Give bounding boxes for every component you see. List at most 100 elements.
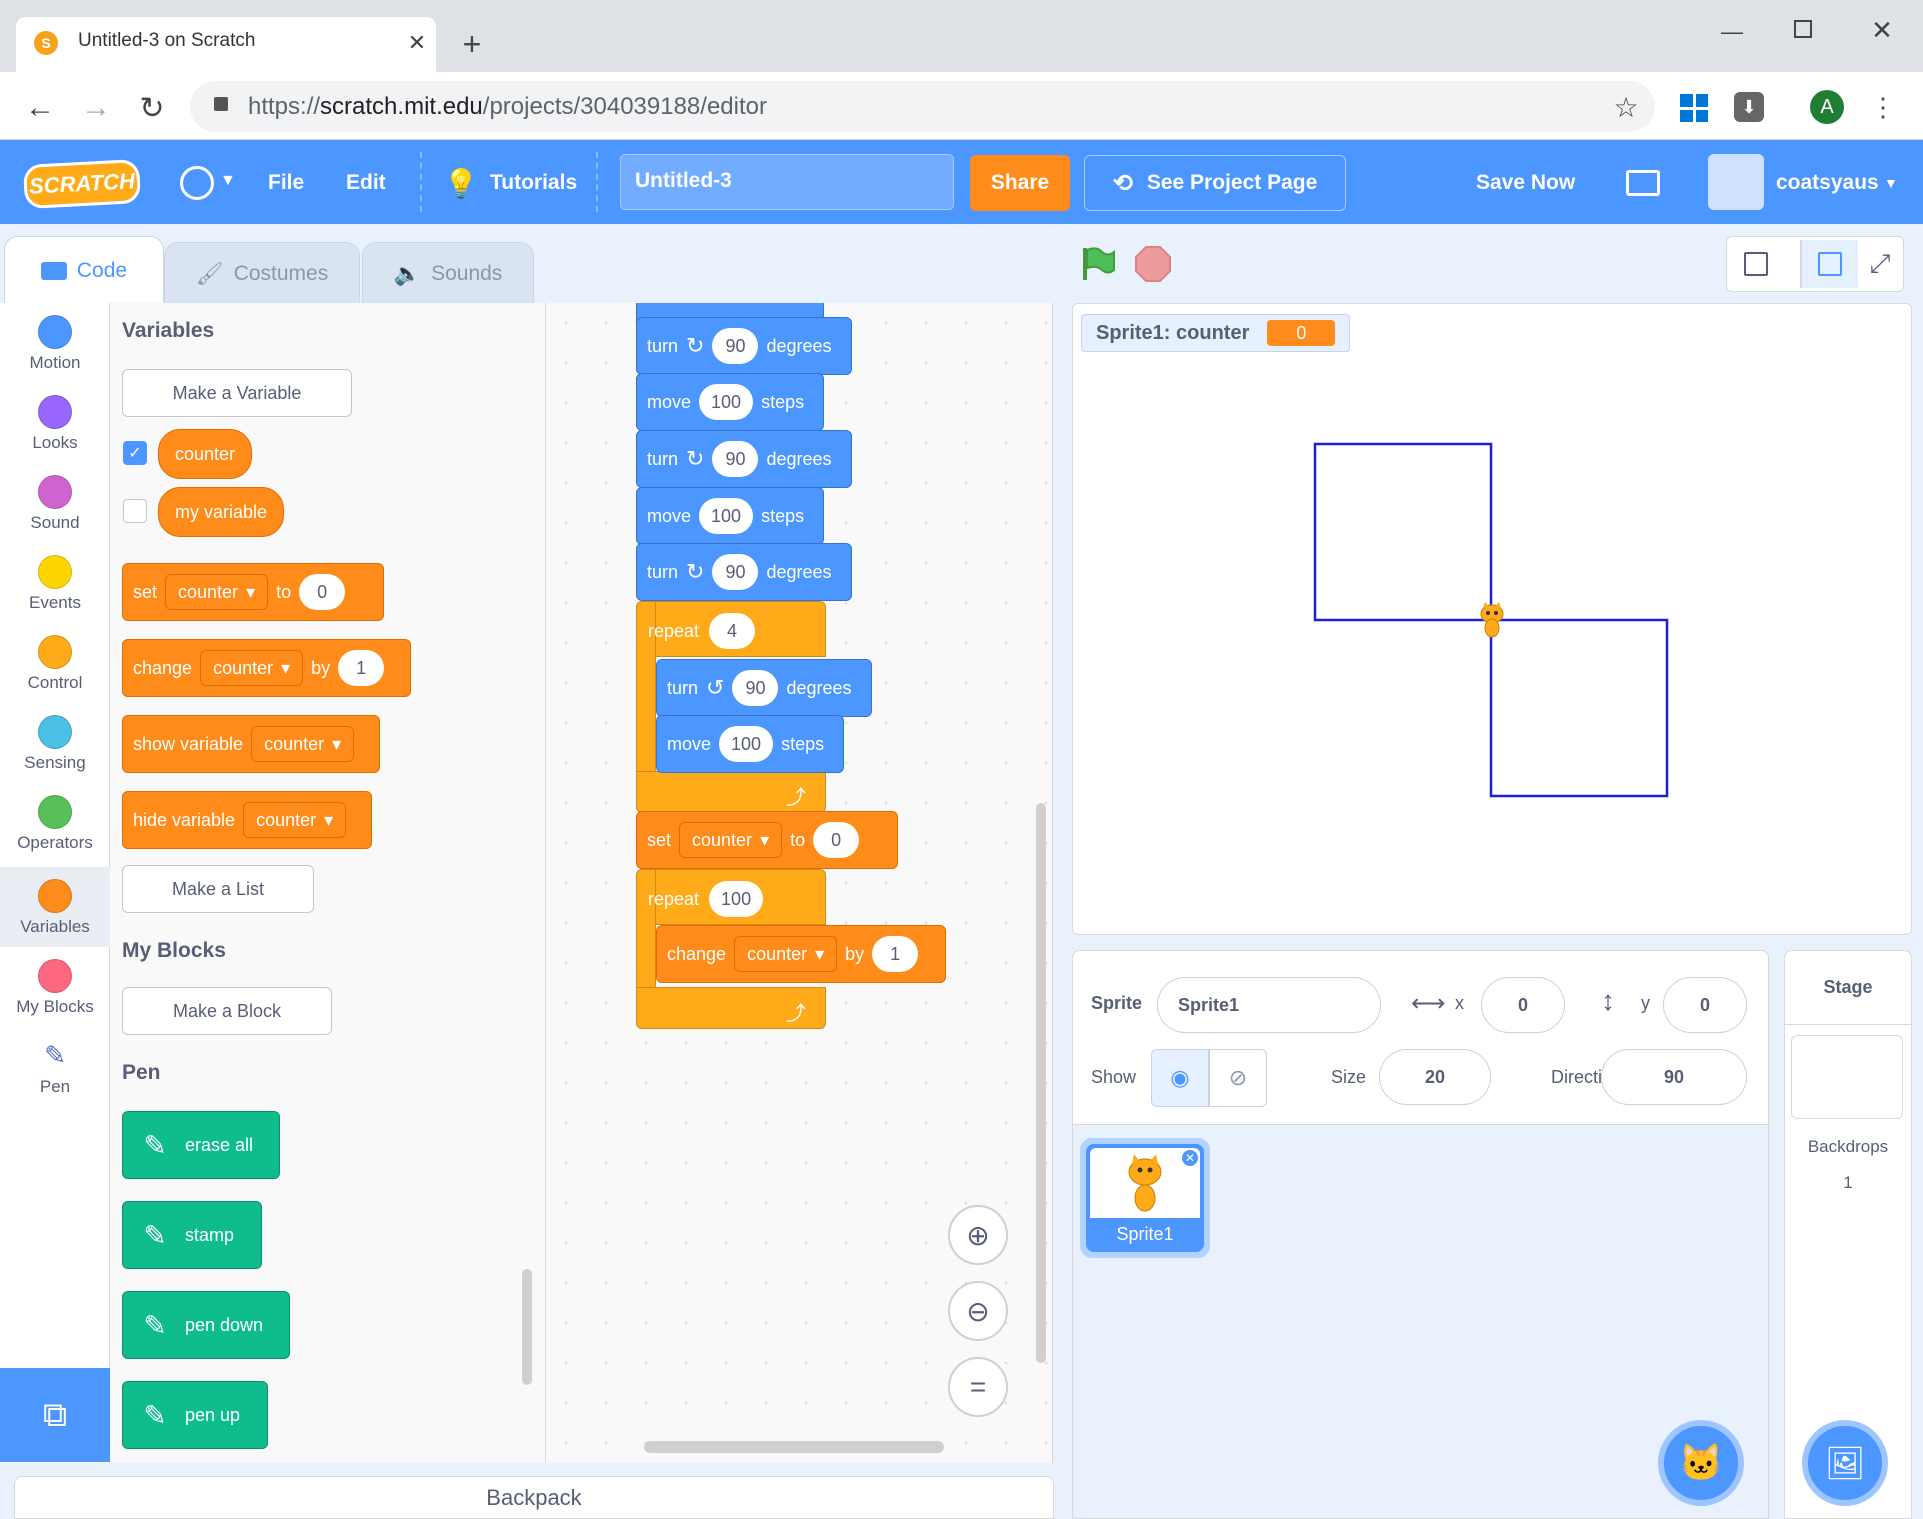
profile-avatar[interactable]: A [1810,90,1844,124]
category-variables[interactable]: Variables [0,867,110,947]
my-stuff-folder-icon[interactable] [1626,170,1660,196]
bookmark-star-icon[interactable]: ☆ [1608,89,1644,125]
back-icon[interactable]: ← [20,88,60,128]
category-control[interactable]: Control [0,623,110,703]
variable-dropdown[interactable]: counter ▾ [200,650,304,686]
chrome-menu-icon[interactable]: ⋮ [1868,90,1898,124]
variable-dropdown[interactable]: counter ▾ [251,726,355,762]
set-variable-block[interactable]: set counter ▾ to 0 [122,563,384,621]
x-input[interactable]: 0 [1481,977,1565,1033]
category-motion[interactable]: Motion [0,303,110,383]
window-close-icon[interactable]: ✕ [1862,10,1902,50]
workspace-vertical-scrollbar[interactable] [1036,803,1046,1363]
turn-right-block[interactable]: turn ↻ 90 degrees [636,430,852,488]
make-variable-button[interactable]: Make a Variable [122,369,352,417]
make-list-button[interactable]: Make a List [122,865,314,913]
category-looks[interactable]: Looks [0,383,110,463]
move-steps-block[interactable]: move 100 steps [636,373,824,431]
category-sound[interactable]: Sound [0,463,110,543]
pen-up-block[interactable]: ✎ pen up [122,1381,268,1449]
save-now-button[interactable]: Save Now [1476,171,1575,195]
show-hidden-icon[interactable]: ⊘ [1209,1049,1267,1107]
variable-dropdown[interactable]: counter ▾ [165,574,269,610]
green-flag-icon[interactable] [1080,246,1116,282]
variable-dropdown[interactable]: counter ▾ [734,936,838,972]
category-sensing[interactable]: Sensing [0,703,110,783]
move-steps-block[interactable]: move 100 steps [656,715,844,773]
turn-right-block[interactable]: turn ↻ 90 degrees [636,317,852,375]
new-tab-icon[interactable]: + [452,24,492,64]
address-bar[interactable]: https://scratch.mit.edu/projects/3040391… [190,81,1655,132]
degrees-input[interactable]: 90 [732,670,779,706]
category-my-blocks[interactable]: My Blocks [0,947,110,1027]
steps-input[interactable]: 100 [699,384,754,420]
degrees-input[interactable]: 90 [712,441,759,477]
sprite-name-input[interactable]: Sprite1 [1157,977,1381,1033]
reload-icon[interactable]: ↻ [132,88,172,128]
turn-right-block[interactable]: turn ↻ 90 degrees [636,543,852,601]
tutorials-button[interactable]: Tutorials [490,171,577,195]
fullscreen-icon[interactable]: ⤢ [1864,248,1896,280]
scratch-logo[interactable]: SCRATCH [22,158,142,210]
user-avatar[interactable] [1708,154,1764,210]
sprite-tile[interactable]: Sprite1 ✕ [1080,1138,1210,1258]
change-counter-block[interactable]: change counter ▾ by 1 [656,925,946,983]
project-title-input[interactable]: Untitled-3 [620,154,954,210]
language-caret-icon[interactable]: ▼ [220,172,236,190]
value-input[interactable]: 0 [299,574,346,610]
windows-extension-icon[interactable] [1680,94,1708,122]
value-input[interactable]: 1 [872,936,919,972]
repeat-count-input[interactable]: 4 [709,613,756,649]
erase-all-block[interactable]: ✎ erase all [122,1111,280,1179]
palette-scrollbar[interactable] [522,1269,532,1385]
username-menu[interactable]: coatsyaus [1776,171,1879,195]
set-counter-block[interactable]: set counter ▾ to 0 [636,811,898,869]
add-backdrop-icon[interactable]: 🖼 [1802,1420,1888,1506]
steps-input[interactable]: 100 [719,726,774,762]
stop-icon[interactable] [1135,246,1171,282]
file-menu[interactable]: File [268,171,304,195]
y-input[interactable]: 0 [1663,977,1747,1033]
steps-input[interactable]: 100 [699,498,754,534]
show-visible-icon[interactable]: ◉ [1151,1049,1209,1107]
value-input[interactable]: 0 [813,822,860,858]
tab-sounds[interactable]: 🔈 Sounds [362,242,534,304]
large-stage-icon[interactable] [1818,252,1842,276]
change-variable-block[interactable]: change counter ▾ by 1 [122,639,411,697]
zoom-out-icon[interactable]: ⊖ [948,1281,1008,1341]
counter-checkbox[interactable]: ✓ [123,441,147,465]
tab-close-icon[interactable]: ✕ [401,27,433,59]
small-stage-icon[interactable] [1744,252,1768,276]
workspace-horizontal-scrollbar[interactable] [644,1441,944,1453]
tab-code[interactable]: Code [4,236,164,304]
browser-tab[interactable]: S Untitled-3 on Scratch ✕ [16,17,436,72]
backpack-bar[interactable]: Backpack [14,1476,1054,1519]
stamp-block[interactable]: ✎ stamp [122,1201,262,1269]
category-events[interactable]: Events [0,543,110,623]
window-maximize-icon[interactable] [1794,20,1812,38]
account-caret-icon[interactable]: ▼ [1884,175,1898,191]
see-project-page-button[interactable]: ⟲ See Project Page [1084,155,1346,211]
cat-sprite[interactable] [1475,602,1509,640]
stage[interactable]: Sprite1: counter 0 [1072,303,1912,935]
window-minimize-icon[interactable]: — [1712,12,1752,52]
add-extension-button[interactable]: ⧉ [0,1368,110,1462]
make-block-button[interactable]: Make a Block [122,987,332,1035]
direction-input[interactable]: 90 [1601,1049,1747,1105]
stage-thumbnail[interactable] [1791,1035,1903,1119]
repeat-count-input[interactable]: 100 [709,881,764,917]
degrees-input[interactable]: 90 [712,554,759,590]
zoom-reset-icon[interactable]: = [948,1357,1008,1417]
size-input[interactable]: 20 [1379,1049,1491,1105]
zoom-in-icon[interactable]: ⊕ [948,1205,1008,1265]
language-globe-icon[interactable] [180,166,214,200]
add-sprite-cat-icon[interactable]: 🐱 [1658,1420,1744,1506]
category-operators[interactable]: Operators [0,783,110,863]
forward-icon[interactable]: → [76,88,116,128]
download-extension-icon[interactable]: ⬇ [1734,92,1764,122]
tab-costumes[interactable]: 🖌 Costumes [164,242,360,304]
variable-dropdown[interactable]: counter ▾ [243,802,347,838]
edit-menu[interactable]: Edit [346,171,386,195]
my-variable-reporter[interactable]: my variable [158,487,285,537]
pen-down-block[interactable]: ✎ pen down [122,1291,290,1359]
